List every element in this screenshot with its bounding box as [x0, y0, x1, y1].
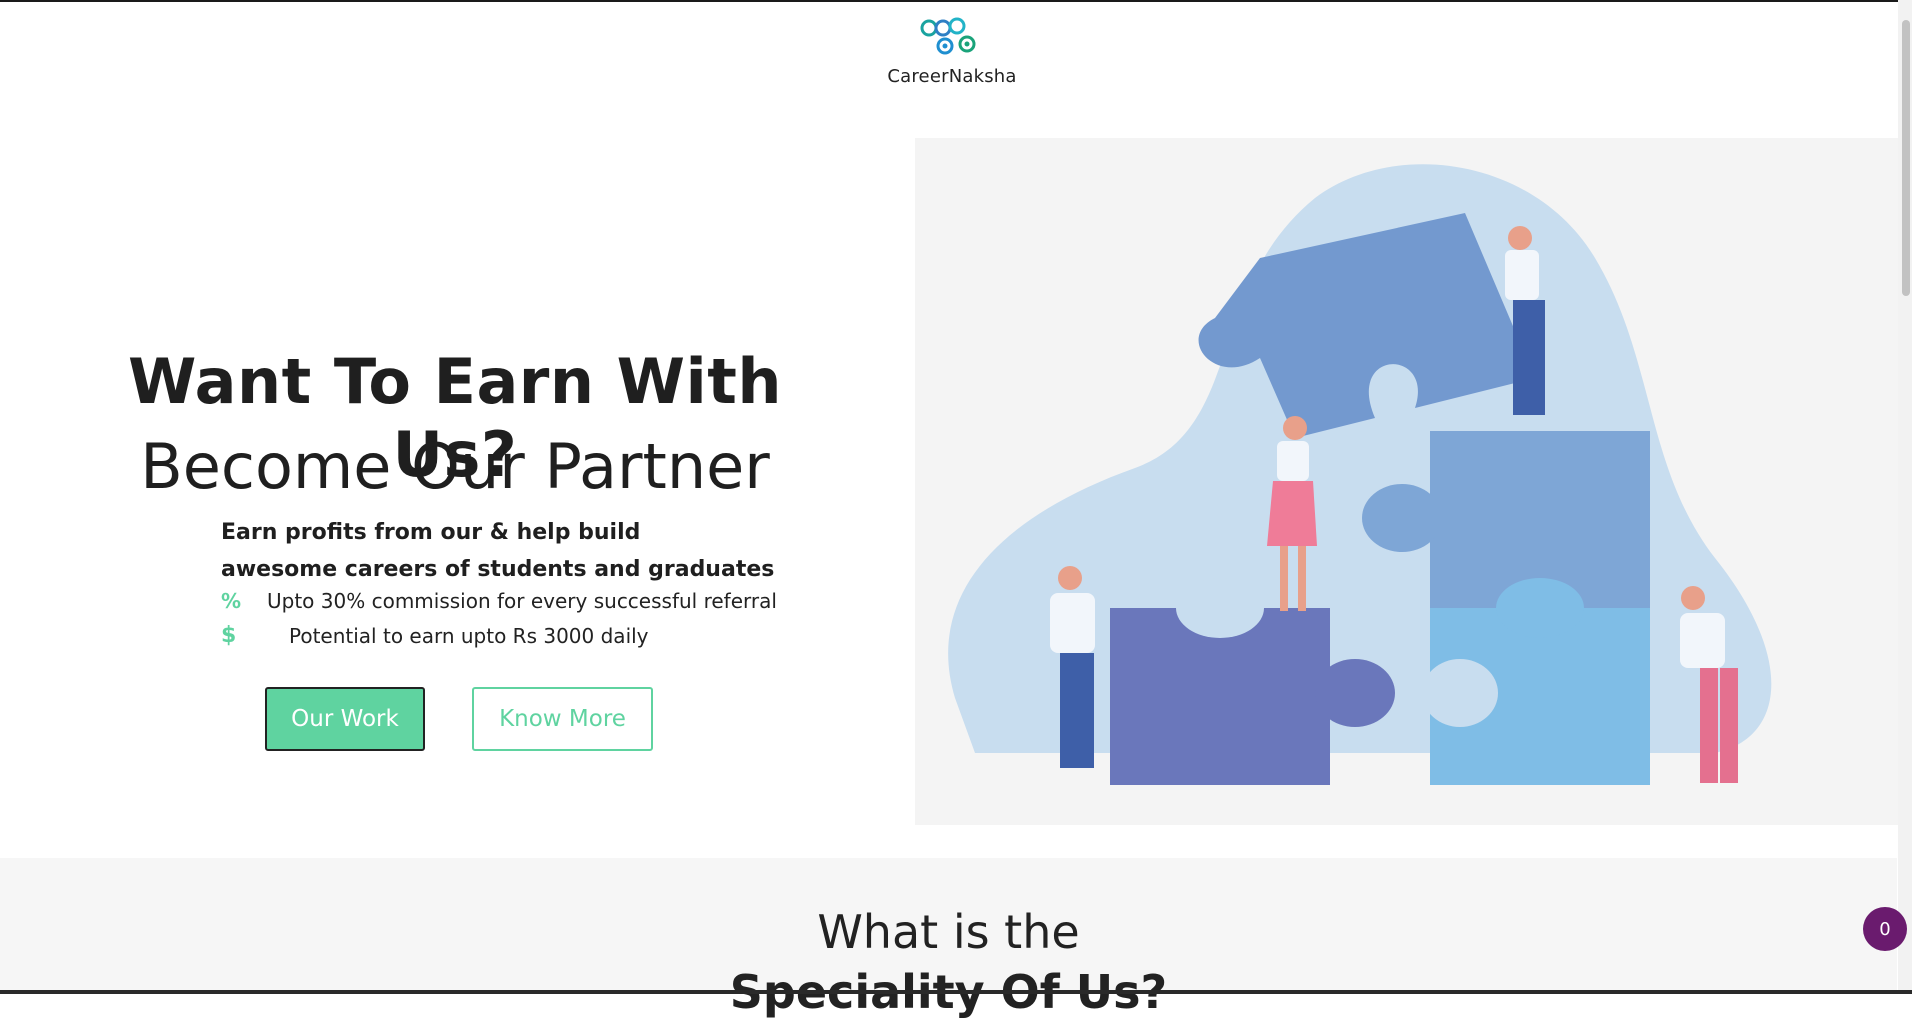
- feature-commission: % Upto 30% commission for every successf…: [221, 589, 777, 613]
- brand-name: CareerNaksha: [887, 66, 1017, 87]
- know-more-button[interactable]: Know More: [472, 687, 653, 751]
- speciality-title-line-1: What is the: [817, 905, 1080, 959]
- top-border: [0, 0, 1912, 2]
- hero-description-line-1: Earn profits from our & help build: [221, 520, 641, 545]
- hero-description: Earn profits from our & help build aweso…: [221, 514, 774, 588]
- feature-earnings-text: Potential to earn upto Rs 3000 daily: [289, 623, 649, 648]
- puzzle-team-illustration: [948, 164, 1772, 785]
- feature-commission-text: Upto 30% commission for every successful…: [267, 589, 777, 613]
- floating-count-badge[interactable]: 0: [1863, 907, 1907, 951]
- our-work-button[interactable]: Our Work: [265, 687, 425, 751]
- hero-subtitle: Become Our Partner: [140, 430, 770, 503]
- feature-earnings: $ Potential to earn upto Rs 3000 daily: [221, 623, 649, 648]
- percent-icon: %: [221, 589, 242, 613]
- site-logo[interactable]: CareerNaksha: [872, 14, 1032, 87]
- hero-illustration: [915, 138, 1898, 825]
- scrollbar-thumb[interactable]: [1902, 20, 1910, 296]
- bottom-border: [0, 990, 1912, 994]
- hero-description-line-2: awesome careers of students and graduate…: [221, 557, 775, 582]
- dollar-icon: $: [221, 623, 237, 648]
- careernaksha-logo-icon: [920, 17, 976, 55]
